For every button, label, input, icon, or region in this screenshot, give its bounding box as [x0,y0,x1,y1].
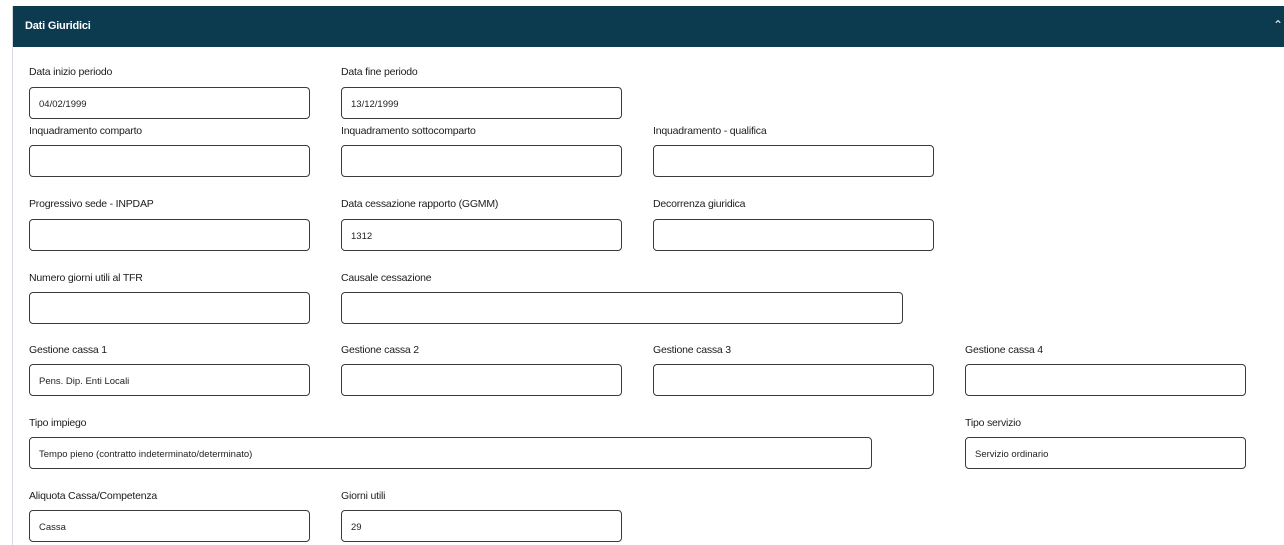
tipo-impiego-label: Tipo impiego [29,417,87,429]
decorrenza-giuridica-field[interactable] [653,219,934,251]
gestione-cassa-1-label: Gestione cassa 1 [29,344,107,356]
data-inizio-periodo-field[interactable]: 04/02/1999 [29,87,310,119]
aliquota-field[interactable]: Cassa [29,510,310,542]
gestione-cassa-2-field[interactable] [341,364,622,396]
panel-header[interactable]: Dati Giuridici ⌃ [13,6,1284,47]
progressivo-sede-field[interactable] [29,219,310,251]
gestione-cassa-1-field[interactable]: Pens. Dip. Enti Locali [29,364,310,396]
data-fine-periodo-field[interactable]: 13/12/1999 [341,87,622,119]
data-inizio-periodo-label: Data inizio periodo [29,66,113,78]
gestione-cassa-2-label: Gestione cassa 2 [341,344,419,356]
data-cessazione-field[interactable]: 1312 [341,219,622,251]
inquadramento-qualifica-label: Inquadramento - qualifica [653,125,767,137]
gestione-cassa-3-label: Gestione cassa 3 [653,344,731,356]
gestione-cassa-3-field[interactable] [653,364,934,396]
panel-title: Dati Giuridici [25,20,91,32]
inquadramento-comparto-label: Inquadramento comparto [29,125,142,137]
causale-cessazione-label: Causale cessazione [341,272,432,284]
chevron-up-icon[interactable]: ⌃ [1273,19,1284,31]
tipo-impiego-field[interactable]: Tempo pieno (contratto indeterminato/det… [29,437,872,469]
tipo-servizio-label: Tipo servizio [965,417,1021,429]
giorni-utili-field[interactable]: 29 [341,510,622,542]
giorni-tfr-field[interactable] [29,292,310,324]
data-cessazione-label: Data cessazione rapporto (GGMM) [341,198,499,210]
aliquota-label: Aliquota Cassa/Competenza [29,490,158,502]
decorrenza-giuridica-label: Decorrenza giuridica [653,198,746,210]
gestione-cassa-4-label: Gestione cassa 4 [965,344,1043,356]
giorni-tfr-label: Numero giorni utili al TFR [29,272,143,284]
causale-cessazione-field[interactable] [341,292,903,324]
inquadramento-sottocomparto-field[interactable] [341,145,622,177]
progressivo-sede-label: Progressivo sede - INPDAP [29,198,154,210]
gestione-cassa-4-field[interactable] [965,364,1246,396]
data-fine-periodo-label: Data fine periodo [341,66,418,78]
inquadramento-qualifica-field[interactable] [653,145,934,177]
inquadramento-comparto-field[interactable] [29,145,310,177]
inquadramento-sottocomparto-label: Inquadramento sottocomparto [341,125,476,137]
tipo-servizio-field[interactable]: Servizio ordinario [965,437,1246,469]
giorni-utili-label: Giorni utili [341,490,386,502]
